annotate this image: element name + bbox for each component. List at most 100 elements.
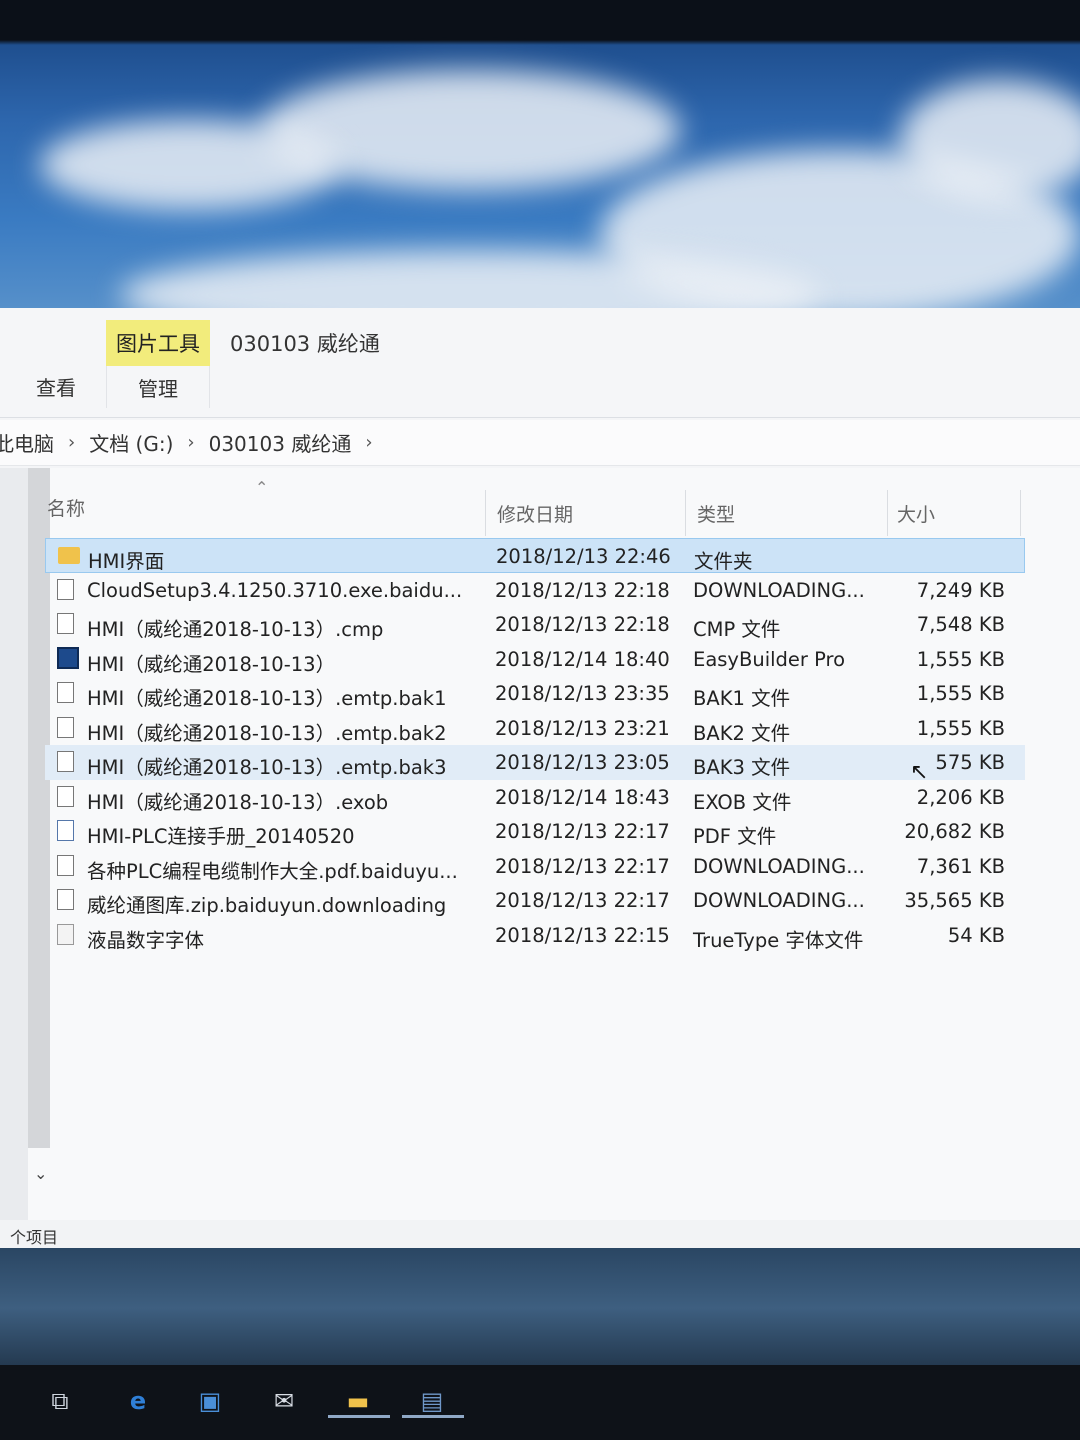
file-explorer-icon[interactable]: ▬ — [338, 1383, 378, 1419]
file-size: 2,206 KB — [916, 785, 1005, 809]
file-date: 2018/12/14 18:43 — [495, 785, 670, 809]
sort-ascending-chevron-icon: ⌃ — [255, 478, 269, 497]
file-icon — [57, 716, 74, 738]
tab-view[interactable]: 查看 — [36, 372, 76, 401]
list-item[interactable]: 威纶通图库.zip.baiduyun.downloading 2018/12/1… — [45, 883, 1025, 918]
list-item[interactable]: 各种PLC编程电缆制作大全.pdf.baiduyu... 2018/12/13 … — [45, 849, 1025, 884]
taskbar: ⧉ e ▣ ✉ ▬ ▤ — [0, 1365, 1080, 1440]
list-item[interactable]: HMI（威纶通2018-10-13）.cmp 2018/12/13 22:18 … — [45, 607, 1025, 642]
tab-manage[interactable]: 管理 — [106, 366, 210, 408]
file-icon — [57, 889, 74, 910]
status-bar: 个项目 — [0, 1220, 1080, 1248]
file-size: 7,361 KB — [916, 854, 1005, 878]
file-icon — [57, 578, 74, 600]
edge-browser-icon[interactable]: e — [118, 1383, 158, 1419]
scroll-down-chevron-icon[interactable]: ⌄ — [34, 1164, 47, 1183]
file-name: 威纶通图库.zip.baiduyun.downloading — [87, 894, 447, 917]
status-items-label: 个项目 — [10, 1228, 59, 1247]
file-date: 2018/12/13 22:17 — [495, 889, 670, 912]
file-name: CloudSetup3.4.1250.3710.exe.baidu... — [87, 578, 463, 602]
file-date: 2018/12/13 23:05 — [495, 751, 670, 774]
column-header-name[interactable]: 名称 — [47, 494, 85, 521]
file-date: 2018/12/13 23:21 — [495, 716, 670, 740]
address-bar[interactable]: 此电脑 › 文档 (G:) › 030103 威纶通 › — [0, 420, 1080, 466]
breadcrumb-chevron-icon[interactable]: › — [68, 432, 75, 453]
list-item[interactable]: HMI（威纶通2018-10-13）.emtp.bak2 2018/12/13 … — [45, 711, 1025, 746]
file-size: 1,555 KB — [916, 647, 1005, 671]
file-date: 2018/12/13 23:35 — [495, 682, 670, 705]
column-header-type[interactable]: 类型 — [697, 500, 735, 527]
font-icon — [57, 923, 74, 945]
task-view-icon[interactable]: ⧉ — [40, 1383, 80, 1419]
easybuilder-icon[interactable]: ▤ — [412, 1383, 452, 1419]
file-name: HMI界面 — [88, 550, 165, 573]
file-size: 20,682 KB — [904, 820, 1005, 843]
file-name: HMI（威纶通2018-10-13）.emtp.bak1 — [87, 687, 447, 710]
file-date: 2018/12/13 22:46 — [496, 545, 671, 568]
file-type: 文件夹 — [694, 550, 753, 573]
file-icon — [57, 854, 74, 876]
file-type: DOWNLOADING... — [693, 889, 865, 912]
list-item[interactable]: CloudSetup3.4.1250.3710.exe.baidu... 201… — [45, 573, 1025, 608]
file-size: 35,565 KB — [904, 889, 1005, 912]
file-size: 1,555 KB — [916, 716, 1005, 740]
file-icon — [57, 682, 74, 703]
file-date: 2018/12/13 22:17 — [495, 854, 670, 878]
file-size: 7,249 KB — [916, 578, 1005, 602]
file-size: 54 KB — [947, 923, 1005, 947]
file-type: EasyBuilder Pro — [693, 647, 846, 671]
file-date: 2018/12/13 22:18 — [495, 578, 670, 602]
file-icon — [57, 751, 74, 772]
list-item[interactable]: HMI-PLC连接手册_20140520 2018/12/13 22:17 PD… — [45, 814, 1025, 849]
file-type: BAK1 文件 — [693, 687, 791, 710]
file-name: 液晶数字字体 — [87, 928, 205, 952]
desktop-wallpaper-bottom — [0, 1248, 1080, 1368]
folder-icon — [58, 547, 80, 564]
breadcrumb-chevron-icon[interactable]: › — [187, 432, 194, 453]
navigation-pane[interactable] — [0, 468, 28, 1228]
file-name: HMI（威纶通2018-10-13） — [87, 652, 336, 676]
active-app-indicator — [328, 1415, 390, 1418]
file-date: 2018/12/13 22:15 — [495, 923, 670, 947]
file-type: BAK3 文件 — [693, 756, 791, 779]
list-item[interactable]: 液晶数字字体 2018/12/13 22:15 TrueType 字体文件 54… — [45, 918, 1025, 953]
mail-icon[interactable]: ✉ — [264, 1383, 304, 1419]
breadcrumb-this-pc[interactable]: 此电脑 — [0, 428, 54, 457]
breadcrumb-drive[interactable]: 文档 (G:) — [89, 428, 173, 457]
list-item[interactable]: HMI（威纶通2018-10-13）.emtp.bak1 2018/12/13 … — [45, 676, 1025, 711]
file-size: 575 KB — [935, 751, 1005, 774]
store-icon[interactable]: ▣ — [190, 1383, 230, 1419]
file-type: PDF 文件 — [693, 825, 777, 848]
file-size: 1,555 KB — [916, 682, 1005, 705]
file-name: HMI（威纶通2018-10-13）.emtp.bak3 — [87, 756, 447, 779]
file-type: DOWNLOADING... — [693, 578, 865, 602]
column-header-size[interactable]: 大小 — [897, 500, 935, 527]
file-name: HMI-PLC连接手册_20140520 — [87, 825, 355, 848]
list-item[interactable]: HMI界面 2018/12/13 22:46 文件夹 — [45, 538, 1025, 573]
breadcrumb-folder[interactable]: 030103 威纶通 — [209, 428, 352, 457]
window-title: 030103 威纶通 — [230, 332, 380, 356]
file-name: HMI（威纶通2018-10-13）.exob — [87, 790, 389, 814]
mouse-cursor-icon: ↖ — [910, 760, 929, 785]
desktop-wallpaper — [0, 0, 1080, 330]
file-type: BAK2 文件 — [693, 721, 791, 745]
file-type: DOWNLOADING... — [693, 854, 865, 878]
breadcrumb-chevron-icon[interactable]: › — [365, 432, 372, 453]
column-headers: ⌃ 名称 修改日期 类型 大小 — [45, 478, 1025, 536]
list-item[interactable]: HMI（威纶通2018-10-13） 2018/12/14 18:40 Easy… — [45, 642, 1025, 677]
file-list: HMI界面 2018/12/13 22:46 文件夹 CloudSetup3.4… — [45, 538, 1025, 952]
file-name: HMI（威纶通2018-10-13）.cmp — [87, 618, 384, 641]
file-list-area: ⌄ ⌃ 名称 修改日期 类型 大小 HMI界面 2018/12/13 22:46… — [0, 468, 1080, 1228]
tab-picture-tools[interactable]: 图片工具 — [106, 320, 210, 366]
list-item[interactable]: HMI（威纶通2018-10-13）.emtp.bak3 2018/12/13 … — [45, 745, 1025, 780]
file-date: 2018/12/13 22:18 — [495, 613, 670, 636]
file-date: 2018/12/13 22:17 — [495, 820, 670, 843]
list-item[interactable]: HMI（威纶通2018-10-13）.exob 2018/12/14 18:43… — [45, 780, 1025, 815]
app-icon — [57, 646, 79, 669]
file-name: HMI（威纶通2018-10-13）.emtp.bak2 — [87, 721, 447, 745]
column-header-date[interactable]: 修改日期 — [497, 500, 573, 527]
file-type: CMP 文件 — [693, 618, 781, 641]
file-name: 各种PLC编程电缆制作大全.pdf.baiduyu... — [87, 859, 458, 883]
pdf-icon — [57, 820, 74, 841]
file-icon — [57, 613, 74, 634]
